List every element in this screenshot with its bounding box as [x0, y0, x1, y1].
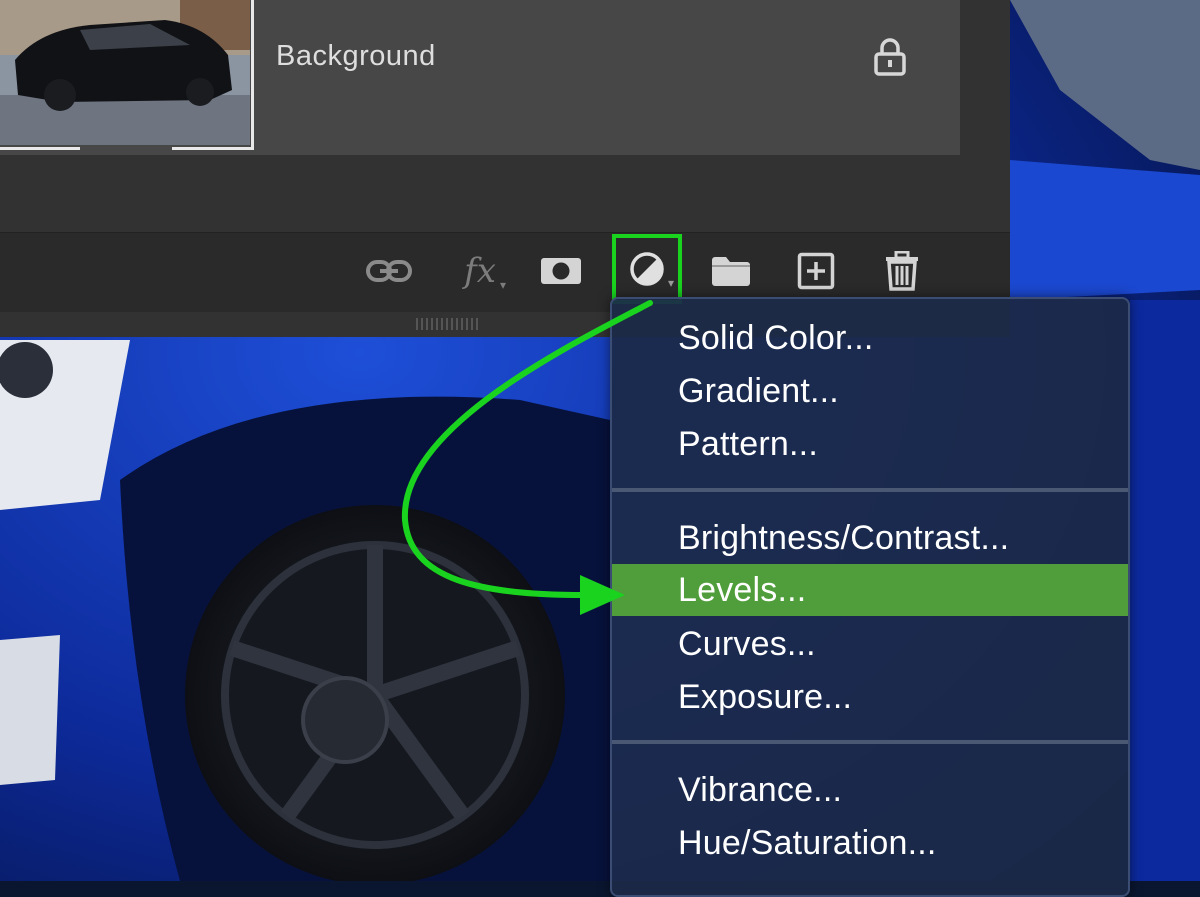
menu-item-gradient[interactable]: Gradient... [612, 365, 1128, 417]
adjustment-layer-menu: Solid Color... Gradient... Pattern... Br… [610, 297, 1130, 897]
menu-item-pattern[interactable]: Pattern... [612, 418, 1128, 470]
layer-row-background[interactable]: Background [0, 0, 960, 155]
menu-separator [612, 740, 1128, 744]
folder-icon[interactable] [710, 250, 752, 292]
menu-item-hue-saturation[interactable]: Hue/Saturation... [612, 817, 1128, 869]
menu-item-levels[interactable]: Levels... [612, 564, 1128, 616]
mask-icon[interactable] [538, 250, 584, 292]
menu-item-exposure[interactable]: Exposure... [612, 671, 1128, 723]
menu-item-solid-color[interactable]: Solid Color... [612, 312, 1128, 364]
menu-separator [612, 488, 1128, 492]
layer-thumbnail [0, 0, 250, 145]
menu-item-curves[interactable]: Curves... [612, 618, 1128, 670]
fx-dropdown-icon: ▾ [499, 278, 506, 292]
trash-icon[interactable] [882, 250, 922, 292]
menu-item-brightness-contrast[interactable]: Brightness/Contrast... [612, 512, 1128, 564]
layers-panel: Background fx ▾ ▾ [0, 0, 1010, 337]
link-icon[interactable] [364, 250, 414, 292]
layer-name[interactable]: Background [276, 40, 436, 73]
fx-label: fx [464, 251, 496, 291]
lock-icon[interactable] [872, 38, 908, 76]
new-layer-icon[interactable] [796, 250, 836, 292]
fx-icon[interactable]: fx ▾ [452, 250, 508, 292]
highlight-box [612, 234, 682, 304]
menu-item-vibrance[interactable]: Vibrance... [612, 764, 1128, 816]
